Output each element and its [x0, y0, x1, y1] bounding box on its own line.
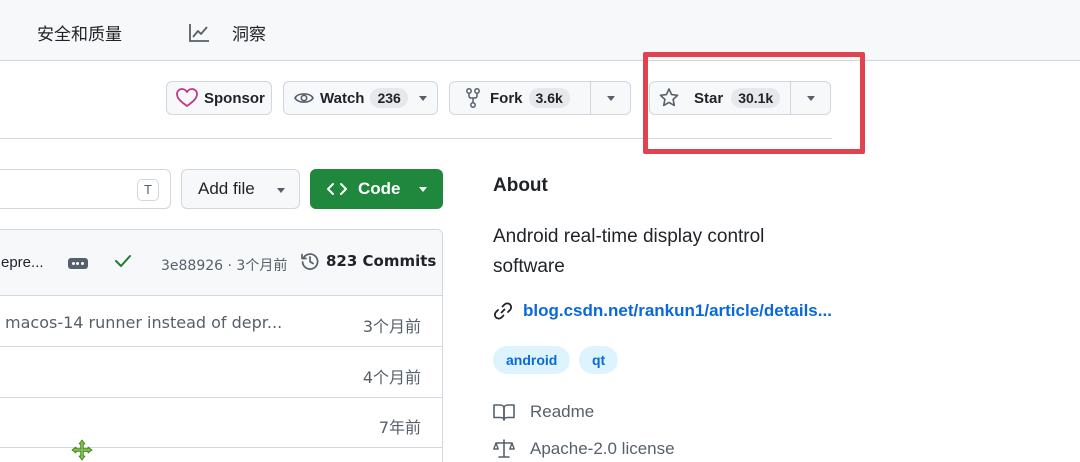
repo-forked-icon	[466, 88, 480, 108]
code-button[interactable]: Code	[310, 169, 443, 209]
fork-label: Fork	[490, 89, 523, 107]
chevron-down-icon	[419, 187, 427, 192]
latest-commit-message[interactable]: epre...	[1, 254, 44, 271]
sponsor-button[interactable]: Sponsor	[166, 81, 272, 115]
chevron-down-icon	[277, 188, 285, 193]
topic-tag-android[interactable]: android	[493, 346, 571, 374]
keyboard-shortcut-hint: T	[137, 179, 159, 201]
nav-tab-insights-label: 洞察	[232, 25, 266, 45]
history-icon	[301, 253, 319, 270]
about-description: Android real-time display control softwa…	[493, 226, 765, 277]
fork-count: 3.6k	[528, 88, 570, 108]
file-row-age: 3个月前	[362, 317, 421, 336]
file-row-commit-message[interactable]: macos-14 runner instead of depr...	[5, 313, 282, 332]
chevron-down-icon	[419, 96, 427, 101]
readme-link[interactable]: Readme	[493, 402, 594, 422]
nav-tab-insights[interactable]: 洞察	[188, 20, 266, 45]
watch-label: Watch	[320, 89, 365, 107]
repo-nav: 安全和质量 洞察	[0, 0, 1080, 61]
move-cursor-icon	[71, 439, 93, 461]
file-row[interactable]: 4个月前	[0, 348, 442, 398]
fork-dropdown-toggle[interactable]	[590, 82, 630, 114]
readme-label: Readme	[530, 402, 595, 421]
commit-sha-time[interactable]: 3e88926 · 3个月前	[161, 255, 287, 275]
watch-count: 236	[370, 88, 408, 108]
about-heading: About	[493, 175, 548, 196]
add-file-button[interactable]: Add file	[181, 169, 300, 209]
nav-tab-security[interactable]: 安全和质量	[37, 20, 122, 45]
sponsor-label: Sponsor	[204, 89, 265, 107]
watch-button[interactable]: Watch 236	[283, 81, 438, 115]
homepage-link[interactable]: blog.csdn.net/rankun1/article/details...	[493, 301, 832, 321]
commits-count: 823 Commits	[326, 252, 437, 270]
nav-tab-security-label: 安全和质量	[37, 25, 122, 45]
add-file-label: Add file	[198, 179, 255, 198]
file-row[interactable]: macos-14 runner instead of depr... 3个月前	[0, 297, 442, 347]
latest-commit-bar: epre... 3e88926 · 3个月前 823 Commits	[0, 230, 442, 296]
license-label: Apache-2.0 license	[530, 439, 675, 458]
eye-icon	[294, 93, 314, 103]
license-link[interactable]: Apache-2.0 license	[493, 439, 675, 459]
file-listing: epre... 3e88926 · 3个月前 823 Commits macos…	[0, 229, 443, 462]
highlight-annotation-box	[643, 52, 865, 154]
book-icon	[493, 404, 515, 421]
go-to-file-input[interactable]: T	[0, 169, 171, 209]
topic-tag-qt[interactable]: qt	[579, 346, 619, 374]
commits-link[interactable]: 823 Commits	[300, 251, 436, 271]
chevron-down-icon	[606, 95, 615, 101]
file-row-age: 4个月前	[362, 368, 421, 387]
law-scale-icon	[493, 439, 515, 458]
check-icon	[115, 255, 131, 267]
code-icon	[327, 183, 347, 195]
graph-icon	[189, 23, 209, 42]
heart-icon	[176, 88, 198, 107]
link-icon	[493, 302, 513, 320]
homepage-link-text: blog.csdn.net/rankun1/article/details...	[523, 301, 832, 320]
code-label: Code	[358, 179, 401, 198]
ellipsis-icon[interactable]	[68, 258, 88, 269]
fork-button[interactable]: Fork 3.6k	[449, 81, 631, 115]
file-row[interactable]: 7年前	[0, 398, 442, 448]
file-row-age: 7年前	[378, 418, 421, 437]
